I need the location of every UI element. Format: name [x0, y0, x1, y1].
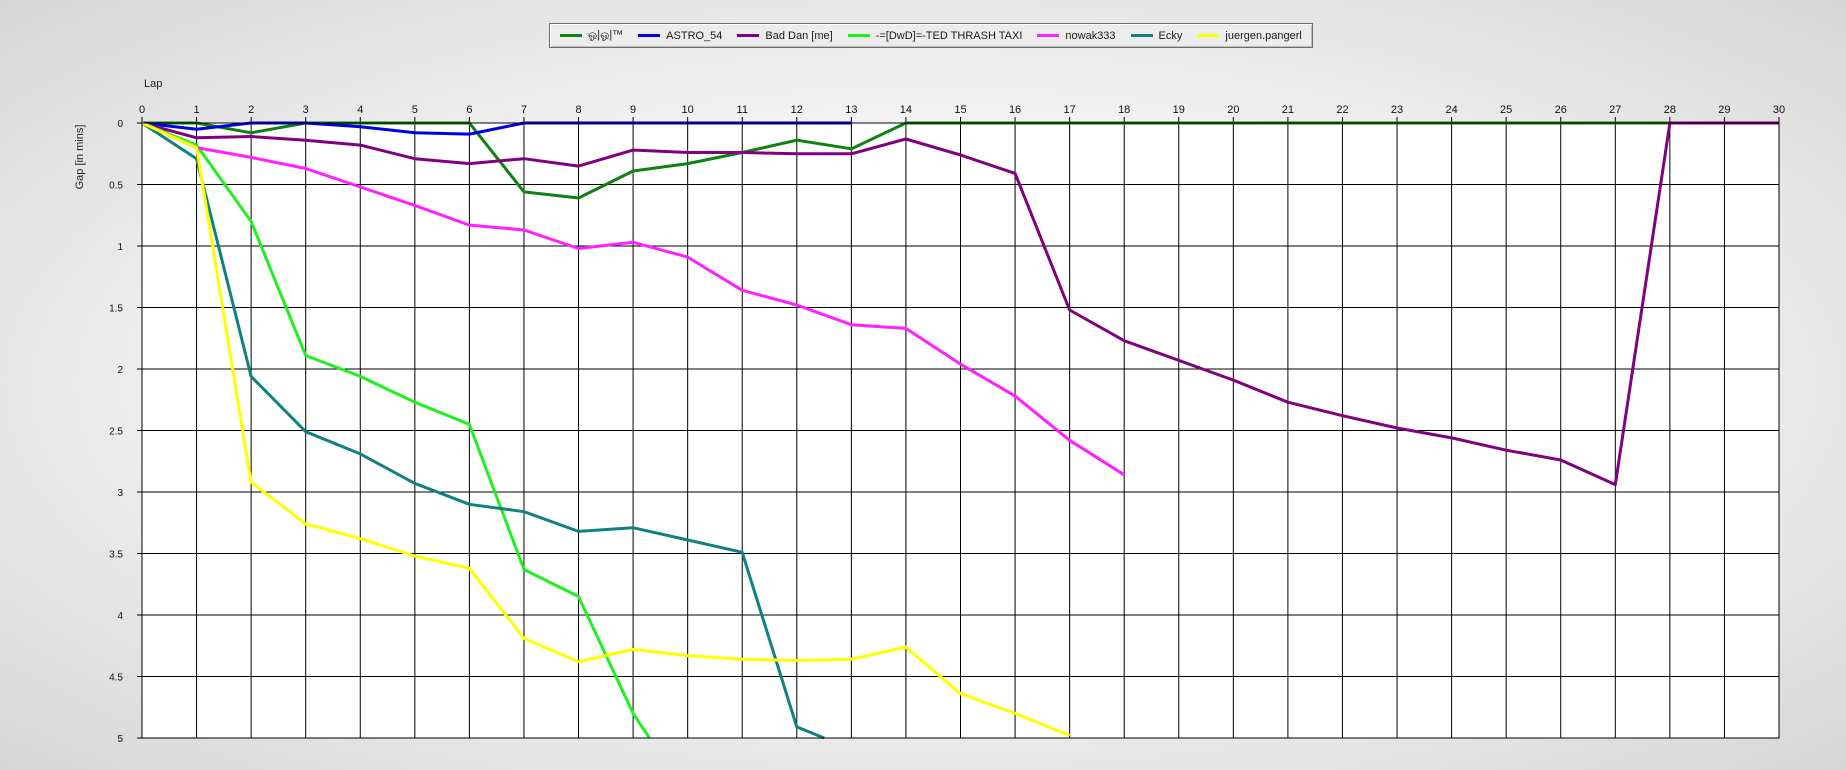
- x-tick-label: 16: [1009, 104, 1021, 116]
- legend-swatch: [847, 34, 870, 37]
- x-tick-label: 1: [194, 104, 200, 116]
- legend-swatch: [1197, 34, 1220, 37]
- x-tick-label: 30: [1773, 104, 1785, 116]
- chart-root: 0 1 2 3 4 5 6 7 8 9 10 11 12 13 14 15 16 17 18 19 20 21 22 23 24…: [0, 0, 1846, 770]
- legend-item: Bad Dan [me]: [737, 29, 833, 42]
- y-tick-label: 1: [117, 242, 123, 253]
- y-tick-label: 4: [117, 611, 123, 622]
- x-tick-label: 7: [521, 104, 527, 116]
- legend-swatch: [638, 34, 661, 37]
- legend: ஓ|ஓ|™ ASTRO_54 Bad Dan [me] -=[DwD]=-TED TH…: [549, 23, 1313, 48]
- x-tick-label: 17: [1064, 104, 1076, 116]
- x-tick-label: 4: [357, 104, 363, 116]
- y-tick-label: 2: [117, 365, 123, 376]
- x-tick-label: 3: [303, 104, 309, 116]
- x-tick-label: 24: [1445, 104, 1457, 116]
- x-tick-label: 26: [1555, 104, 1567, 116]
- y-tick-label: 3.5: [109, 550, 123, 561]
- x-tick-label: 28: [1664, 104, 1676, 116]
- x-tick-label: 20: [1227, 104, 1239, 116]
- legend-swatch: [737, 34, 760, 37]
- x-tick-label: 15: [954, 104, 966, 116]
- x-tick-label: 11: [737, 104, 748, 116]
- y-tick-labels: 0 0.5 1 1.5 2 2.5 3 3.5 4 4.5 5: [109, 119, 123, 745]
- y-tick-label: 2.5: [109, 427, 123, 438]
- legend-item: Ecky: [1130, 29, 1183, 42]
- x-tick-label: 5: [412, 104, 418, 116]
- legend-item: -=[DwD]=-TED THRASH TAXI: [847, 29, 1023, 42]
- y-tick-label: 4.5: [109, 673, 123, 684]
- x-tick-label: 18: [1118, 104, 1130, 116]
- x-tick-label: 6: [466, 104, 472, 116]
- x-tick-label: 12: [791, 104, 803, 116]
- y-axis-label: Gap [in mins]: [74, 124, 86, 190]
- legend-swatch: [1130, 34, 1153, 37]
- y-tick-label: 1.5: [109, 304, 123, 315]
- y-tick-label: 0: [117, 119, 123, 130]
- legend-label: Bad Dan [me]: [765, 29, 833, 42]
- x-tick-label: 14: [900, 104, 912, 116]
- gap-chart: 0 1 2 3 4 5 6 7 8 9 10 11 12 13 14 15 16 17 18 19 20 21 22 23 24…: [109, 104, 1785, 745]
- legend-item: juergen.pangerl: [1197, 29, 1302, 42]
- legend-item: ஓ|ஓ|™: [560, 29, 623, 43]
- legend-item: ASTRO_54: [638, 30, 722, 42]
- x-tick-label: 23: [1391, 104, 1403, 116]
- legend-label: juergen.pangerl: [1225, 29, 1302, 42]
- x-tick-label: 8: [575, 104, 581, 116]
- legend-label: ASTRO_54: [666, 29, 723, 42]
- x-tick-label: 19: [1173, 104, 1185, 116]
- legend-label: nowak333: [1065, 29, 1116, 42]
- x-tick-label: 10: [682, 104, 694, 116]
- x-tick-label: 2: [248, 104, 254, 116]
- legend-item: nowak333: [1037, 29, 1116, 42]
- x-tick-label: 22: [1336, 104, 1348, 116]
- y-tick-label: 3: [117, 488, 123, 499]
- x-tick-label: 9: [630, 104, 636, 116]
- x-axis-label: Lap: [144, 78, 163, 90]
- legend-label: ஓ|ஓ|™: [588, 28, 624, 41]
- x-tick-label: 25: [1500, 104, 1512, 116]
- x-tick-label: 13: [845, 104, 857, 116]
- y-tick-label: 5: [117, 734, 123, 745]
- x-tick-label: 29: [1718, 104, 1730, 116]
- x-tick-labels: 0 1 2 3 4 5 6 7 8 9 10 11 12 13 14 15 16 17 18 19 20 21 22 23 24…: [139, 104, 1785, 116]
- x-tick-label: 27: [1609, 104, 1621, 116]
- legend-swatch: [560, 34, 582, 37]
- legend-label: Ecky: [1158, 29, 1183, 42]
- legend-swatch: [1037, 34, 1060, 37]
- x-tick-label: 21: [1282, 104, 1294, 116]
- x-tick-label: 0: [139, 104, 145, 116]
- y-tick-label: 0.5: [109, 181, 123, 192]
- legend-label: -=[DwD]=-TED THRASH TAXI: [875, 29, 1023, 42]
